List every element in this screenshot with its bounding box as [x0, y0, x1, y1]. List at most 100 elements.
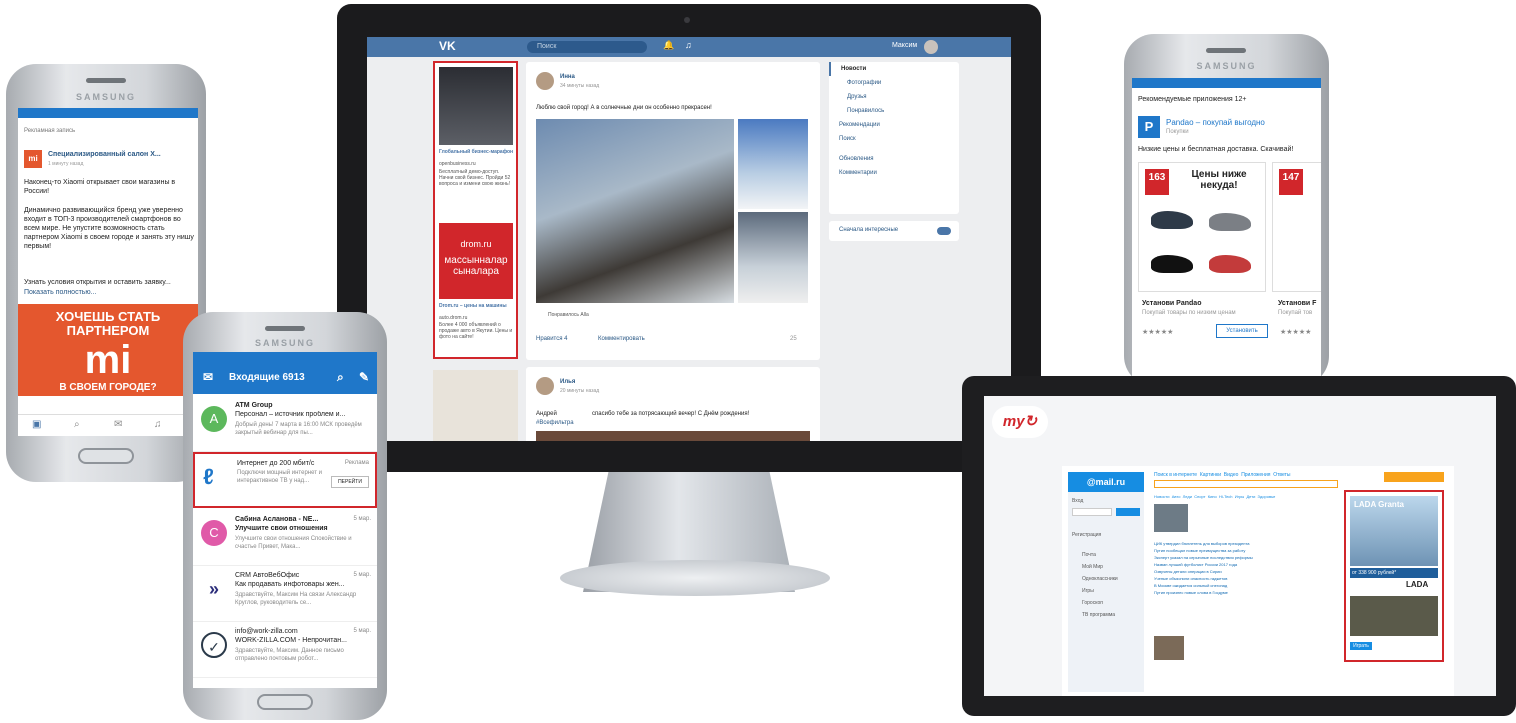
news-tab[interactable]: Игры	[1235, 494, 1244, 499]
mail-row[interactable]: » CRM АвтоВебОфис 5 мар. Как продавать и…	[193, 566, 377, 622]
go-button[interactable]: ПЕРЕЙТИ	[331, 476, 369, 488]
ad-image-drom[interactable]: drom.ru массынналар сыналара	[439, 223, 513, 299]
ad-play-button[interactable]: Играть	[1350, 642, 1372, 650]
tab-apps[interactable]: Приложения	[1241, 472, 1270, 478]
news-tab[interactable]: Hi-Tech	[1219, 494, 1233, 499]
post-photo[interactable]	[536, 431, 810, 441]
app-name[interactable]: Pandao – покупай выгодно	[1166, 118, 1265, 127]
post-photo-ship[interactable]	[536, 119, 734, 303]
left-item[interactable]: Игры	[1082, 588, 1094, 594]
menu-news[interactable]: Новости	[829, 62, 959, 76]
post-author-avatar[interactable]	[536, 72, 554, 90]
search-button[interactable]	[1384, 472, 1444, 482]
post-author[interactable]: Илья	[560, 379, 575, 385]
left-item[interactable]: Регистрация	[1072, 532, 1101, 538]
post-author[interactable]: Специализированный салон Х...	[48, 151, 161, 158]
left-item[interactable]: Мой Мир	[1082, 564, 1103, 570]
lada-ad[interactable]: LADA Granta от 338 900 рублей* LADA Игра…	[1344, 490, 1444, 662]
post-mention[interactable]: Андрей	[536, 411, 557, 417]
news-item[interactable]: Эксперт указал на серьезные последствия …	[1154, 554, 1324, 561]
post-author-avatar[interactable]	[536, 377, 554, 395]
news-tab[interactable]: Авто	[1172, 494, 1181, 499]
menu-photos[interactable]: Фотографии	[829, 76, 959, 90]
install-button[interactable]: Установить	[1216, 324, 1268, 338]
like-button[interactable]: Нравится 4	[536, 336, 567, 342]
vk-user-name[interactable]: Максим	[892, 42, 917, 49]
mytarget-logo: my↻	[992, 406, 1048, 438]
mail-row[interactable]: ✓ info@work-zilla.com 5 мар. WORK-ZILLA.…	[193, 622, 377, 678]
news-item[interactable]: Путин пообещал новые преимущества за раб…	[1154, 547, 1324, 554]
left-item[interactable]: Почта	[1082, 552, 1096, 558]
news-photo[interactable]	[1154, 636, 1184, 660]
news-item[interactable]: Ученые объяснили опасность гаджетов	[1154, 575, 1324, 582]
vk-left-ad-image[interactable]	[433, 370, 518, 441]
search-icon[interactable]: ⌕	[74, 419, 80, 430]
menu-updates[interactable]: Обновления	[829, 152, 959, 166]
vk-search-input[interactable]: Поиск	[527, 41, 647, 53]
tab-answers[interactable]: Ответы	[1273, 472, 1290, 478]
post-photo-ship-2[interactable]	[738, 212, 808, 303]
left-item[interactable]: Гороскоп	[1082, 600, 1103, 606]
ad-image-businessman[interactable]	[439, 67, 513, 145]
promo-card[interactable]: 163 Цены ниже некуда!	[1138, 162, 1266, 292]
menu-friends[interactable]: Друзья	[829, 90, 959, 104]
search-icon[interactable]: ⌕	[337, 370, 344, 385]
compose-icon[interactable]: ✎	[359, 370, 369, 384]
news-item[interactable]: Назван лучший футболист России 2017 года	[1154, 561, 1324, 568]
news-tab[interactable]: Дети	[1246, 494, 1255, 499]
tab-video[interactable]: Видео	[1224, 472, 1239, 478]
news-item[interactable]: В Москве ожидается сильный снегопад	[1154, 582, 1324, 589]
tab-web[interactable]: Поиск в интернете	[1154, 472, 1197, 478]
post-liked-by[interactable]: Понравилось Alla	[548, 312, 589, 318]
tab-images[interactable]: Картинки	[1200, 472, 1221, 478]
music-icon[interactable]: ♫	[685, 40, 692, 50]
news-tab[interactable]: Новости	[1154, 494, 1169, 499]
post-hashtag[interactable]: #Всефильтра	[536, 420, 574, 426]
news-item[interactable]: Озвучены детали операции в Сирии	[1154, 568, 1324, 575]
mail-logo-icon[interactable]: ✉	[203, 370, 213, 384]
mailru-logo[interactable]: @mail.ru	[1068, 472, 1144, 492]
left-item[interactable]: ТВ программа	[1082, 612, 1115, 618]
mail-row[interactable]: A ATM Group Персонал – источник проблем …	[193, 396, 377, 452]
mail-row[interactable]: C Сабина Асланова - NE... 5 мар. Улучшит…	[193, 510, 377, 566]
toggle-switch[interactable]	[937, 227, 951, 235]
comment-button[interactable]: Комментировать	[598, 336, 645, 342]
mi-avatar[interactable]: mi	[24, 150, 42, 168]
mail-row-ad[interactable]: ℓ Интернет до 200 мбит/с Подключи мощный…	[193, 452, 377, 508]
news-item[interactable]: Путин произнес новые слова в Госдуме	[1154, 589, 1324, 596]
pandao-app-icon[interactable]: P	[1138, 116, 1160, 138]
bell-icon[interactable]: 🔔	[663, 40, 674, 51]
menu-recommendations[interactable]: Рекомендации	[829, 118, 959, 132]
home-button[interactable]	[78, 448, 134, 464]
left-item[interactable]: Одноклассники	[1082, 576, 1118, 582]
post-photo-river[interactable]	[738, 119, 808, 209]
messages-icon[interactable]: ✉	[114, 419, 122, 430]
news-tab[interactable]: Леди	[1183, 494, 1192, 499]
login-button[interactable]	[1116, 508, 1140, 516]
news-tab[interactable]: Спорт	[1194, 494, 1205, 499]
menu-comments[interactable]: Комментарии	[829, 166, 959, 180]
home-button[interactable]	[257, 694, 313, 710]
mailru-search-input[interactable]	[1154, 480, 1338, 488]
news-tab[interactable]: Здоровье	[1258, 494, 1276, 499]
menu-search[interactable]: Поиск	[829, 132, 959, 146]
post-time[interactable]: 34 минуты назад	[560, 83, 599, 89]
menu-liked[interactable]: Понравилось	[829, 104, 959, 118]
news-photo[interactable]	[1154, 504, 1188, 532]
ad2-title[interactable]: Drom.ru – цены на машины	[439, 303, 515, 309]
inbox-folder[interactable]: Входящие 6913	[229, 372, 305, 383]
notifications-icon[interactable]: ♫	[154, 419, 162, 430]
news-tab[interactable]: Кино	[1208, 494, 1217, 499]
news-item[interactable]: ЦИК утвердил бюллетень для выборов прези…	[1154, 540, 1324, 547]
xiaomi-banner[interactable]: ХОЧЕШЬ СТАТЬ ПАРТНЕРОМ mi В СВОЕМ ГОРОДЕ…	[18, 304, 198, 396]
post-time[interactable]: 20 минуты назад	[560, 388, 599, 394]
post-author[interactable]: Инна	[560, 74, 575, 80]
vk-logo[interactable]: VK	[439, 39, 456, 53]
ad1-title[interactable]: Глобальный бизнес-марафон	[439, 149, 515, 155]
avatar[interactable]	[924, 40, 938, 54]
promo-card-2[interactable]: 147	[1272, 162, 1321, 292]
login-input[interactable]	[1072, 508, 1112, 516]
show-more-link[interactable]: Показать полностью...	[24, 288, 97, 297]
home-icon[interactable]: ▣	[32, 419, 41, 430]
left-item[interactable]: Вход	[1072, 498, 1083, 504]
